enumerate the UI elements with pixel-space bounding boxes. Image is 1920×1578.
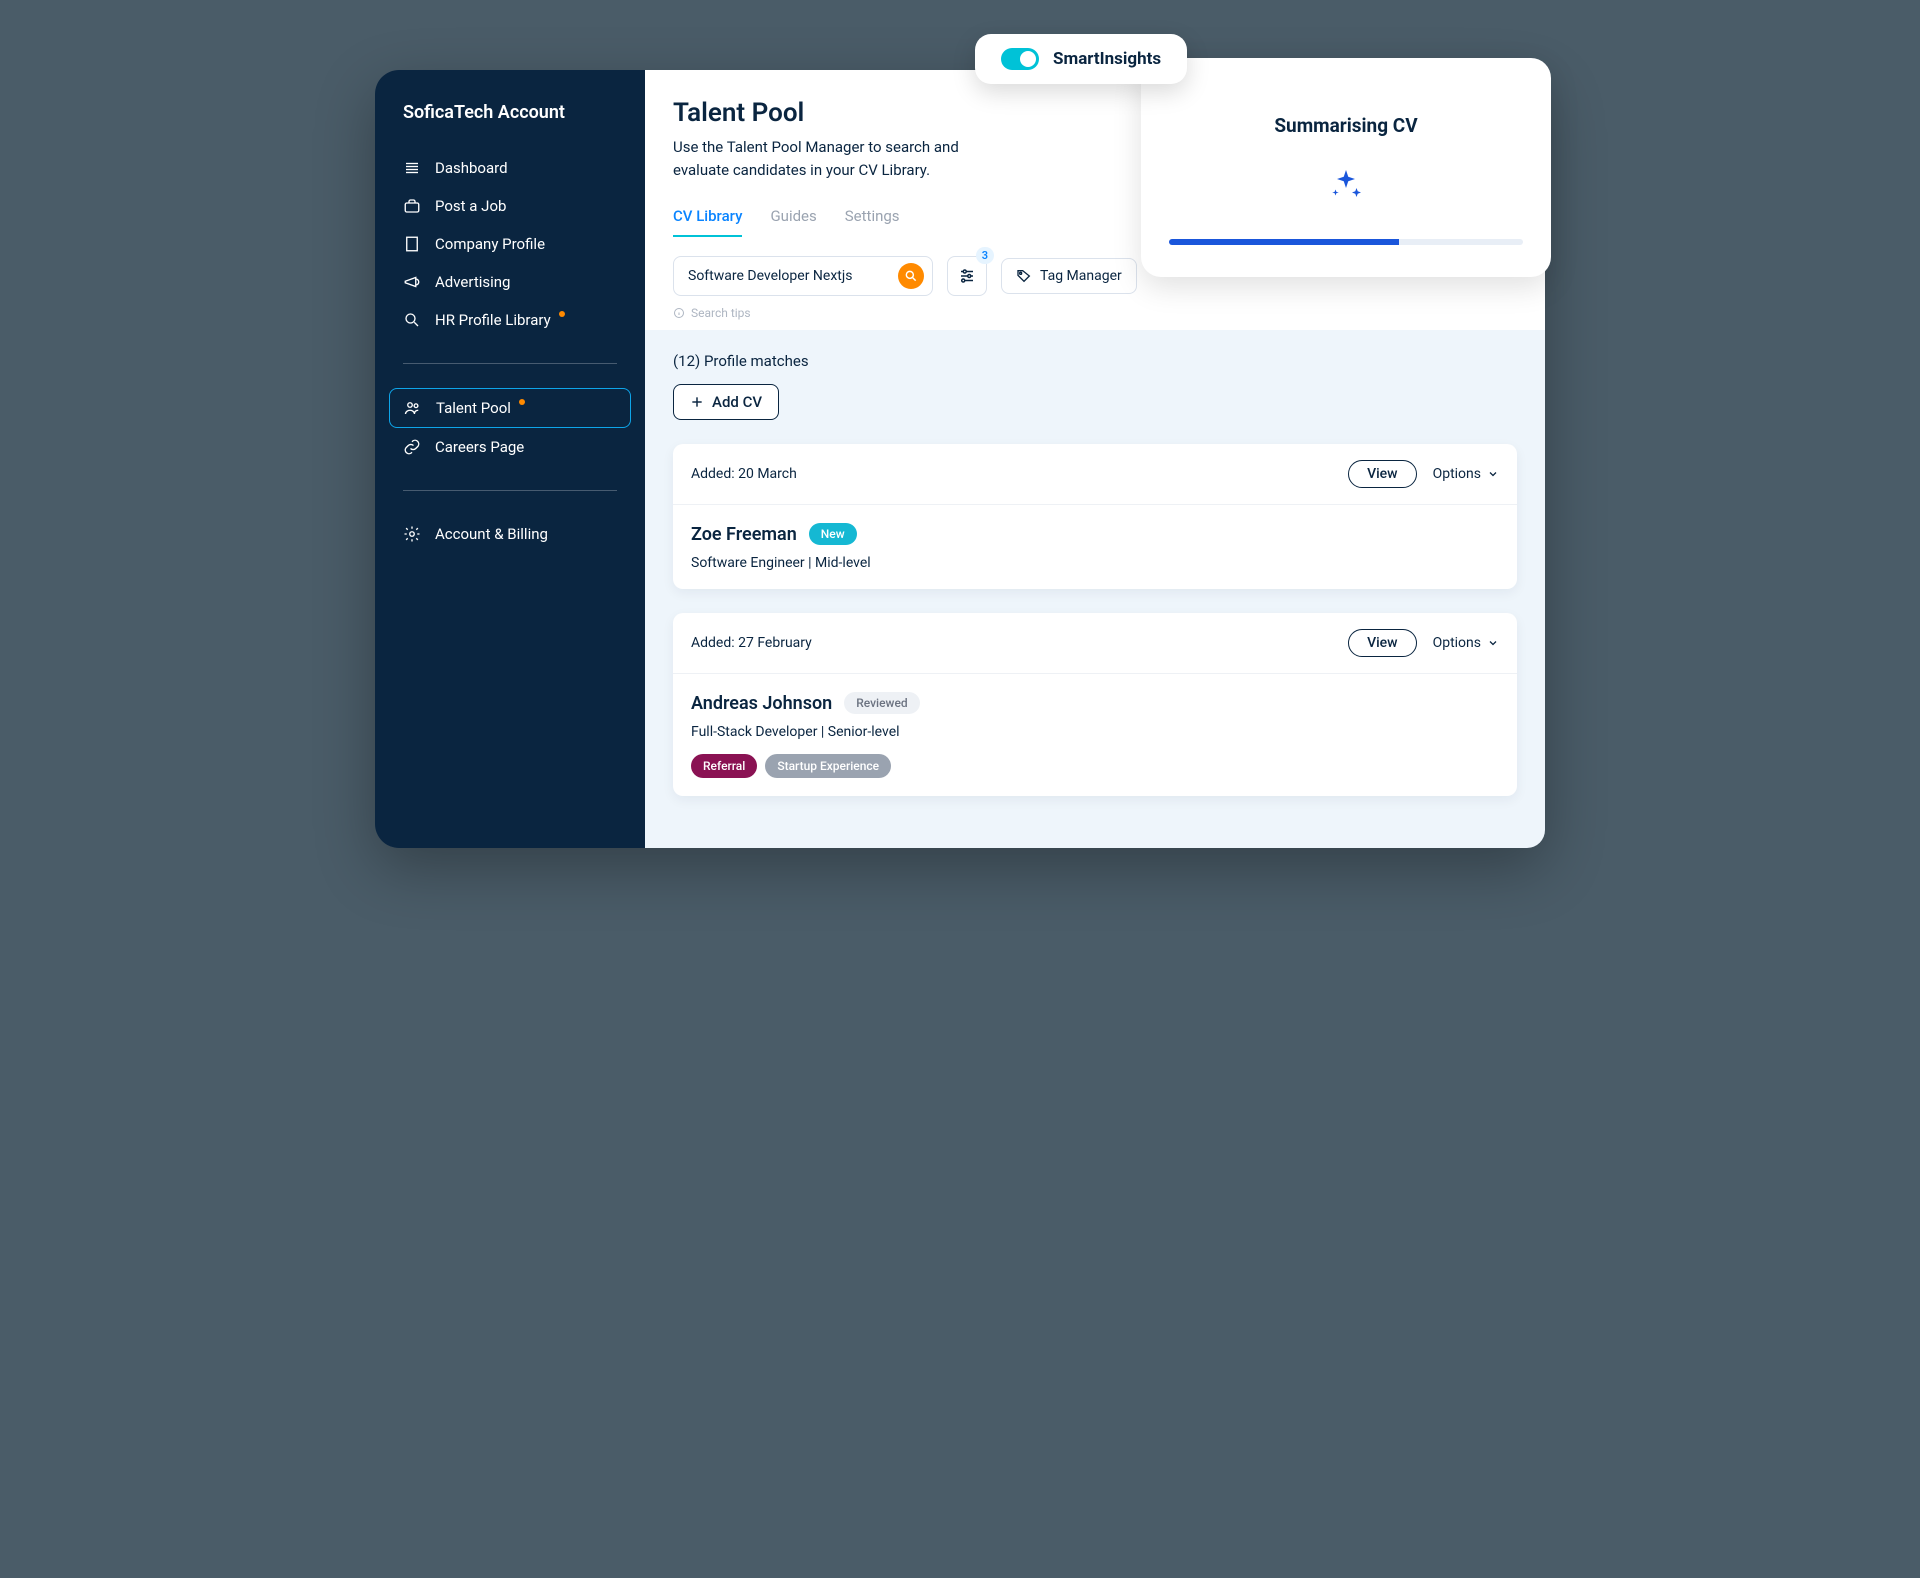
progress-fill <box>1169 239 1399 245</box>
nav-label: Dashboard <box>435 159 508 177</box>
nav-label: Talent Pool <box>436 399 511 417</box>
smartinsights-panel: Summarising CV <box>1141 58 1551 277</box>
card-actions: View Options <box>1348 629 1499 657</box>
search-icon <box>403 311 421 329</box>
candidate-row: Zoe Freeman New <box>691 523 1499 545</box>
account-title: SoficaTech Account <box>375 102 645 143</box>
app-window: SmartInsights Summarising CV SoficaTech … <box>375 70 1545 848</box>
progress-bar <box>1169 239 1523 245</box>
added-date: Added: 27 February <box>691 635 812 651</box>
results-panel: (12) Profile matches Add CV Added: 20 Ma… <box>645 330 1545 848</box>
smartinsights-label: SmartInsights <box>1053 49 1161 69</box>
sparkle-icon <box>1169 167 1523 207</box>
megaphone-icon <box>403 273 421 291</box>
tag-startup: Startup Experience <box>765 754 891 778</box>
divider <box>403 363 617 364</box>
nav-item-company-profile[interactable]: Company Profile <box>389 225 631 263</box>
nav-label: Advertising <box>435 273 510 291</box>
nav-item-talent-pool[interactable]: Talent Pool <box>389 388 631 428</box>
tag-referral: Referral <box>691 754 757 778</box>
options-dropdown[interactable]: Options <box>1433 466 1499 482</box>
candidate-row: Andreas Johnson Reviewed <box>691 692 1499 714</box>
search-query: Software Developer Nextjs <box>688 268 852 284</box>
dashboard-icon <box>403 159 421 177</box>
nav-item-advertising[interactable]: Advertising <box>389 263 631 301</box>
nav-label: Post a Job <box>435 197 506 215</box>
candidate-role: Full-Stack Developer | Senior-level <box>691 724 1499 740</box>
card-actions: View Options <box>1348 460 1499 488</box>
candidate-role: Software Engineer | Mid-level <box>691 555 1499 571</box>
add-cv-label: Add CV <box>712 393 762 411</box>
smartinsights-panel-title: Summarising CV <box>1169 114 1523 137</box>
users-icon <box>404 399 422 417</box>
added-date: Added: 20 March <box>691 466 797 482</box>
card-body: Andreas Johnson Reviewed Full-Stack Deve… <box>673 674 1517 796</box>
search-tips-label: Search tips <box>691 306 751 320</box>
nav-label: Company Profile <box>435 235 545 253</box>
matches-count: (12) Profile matches <box>673 352 1517 370</box>
card-body: Zoe Freeman New Software Engineer | Mid-… <box>673 505 1517 589</box>
tag-manager-button[interactable]: Tag Manager <box>1001 258 1137 294</box>
card-header: Added: 27 February View Options <box>673 613 1517 674</box>
tag-manager-label: Tag Manager <box>1040 268 1122 284</box>
nav-item-hr-profile-library[interactable]: HR Profile Library <box>389 301 631 339</box>
nav-item-account-billing[interactable]: Account & Billing <box>389 515 631 553</box>
candidate-card: Added: 27 February View Options Andreas … <box>673 613 1517 796</box>
tab-settings[interactable]: Settings <box>845 207 900 237</box>
candidate-card: Added: 20 March View Options Zoe Freeman… <box>673 444 1517 589</box>
tab-guides[interactable]: Guides <box>770 207 816 237</box>
tag-row: Referral Startup Experience <box>691 754 1499 778</box>
nav-label: HR Profile Library <box>435 311 551 329</box>
gear-icon <box>403 525 421 543</box>
filter-count-badge: 3 <box>976 247 994 264</box>
page-subtitle: Use the Talent Pool Manager to search an… <box>673 136 993 181</box>
candidate-name: Andreas Johnson <box>691 693 832 714</box>
smartinsights-toggle-card: SmartInsights <box>975 34 1187 84</box>
nav-item-careers-page[interactable]: Careers Page <box>389 428 631 466</box>
nav-item-post-a-job[interactable]: Post a Job <box>389 187 631 225</box>
candidate-name: Zoe Freeman <box>691 524 797 545</box>
sidebar: SoficaTech Account Dashboard Post a Job Co… <box>375 70 645 848</box>
nav-item-dashboard[interactable]: Dashboard <box>389 149 631 187</box>
tab-cv-library[interactable]: CV Library <box>673 207 742 237</box>
nav-label: Account & Billing <box>435 525 548 543</box>
notification-dot <box>559 311 565 317</box>
status-badge: New <box>809 523 857 545</box>
building-icon <box>403 235 421 253</box>
search-button[interactable] <box>898 263 924 289</box>
divider <box>403 490 617 491</box>
status-badge: Reviewed <box>844 692 919 714</box>
search-tips-link[interactable]: Search tips <box>673 306 1517 320</box>
card-header: Added: 20 March View Options <box>673 444 1517 505</box>
briefcase-icon <box>403 197 421 215</box>
filter-button[interactable]: 3 <box>947 256 987 296</box>
notification-dot <box>519 399 525 405</box>
view-button[interactable]: View <box>1348 460 1417 488</box>
options-dropdown[interactable]: Options <box>1433 635 1499 651</box>
link-icon <box>403 438 421 456</box>
search-input[interactable]: Software Developer Nextjs <box>673 256 933 296</box>
add-cv-button[interactable]: Add CV <box>673 384 779 420</box>
smartinsights-toggle[interactable] <box>1001 48 1039 70</box>
view-button[interactable]: View <box>1348 629 1417 657</box>
nav-label: Careers Page <box>435 438 524 456</box>
